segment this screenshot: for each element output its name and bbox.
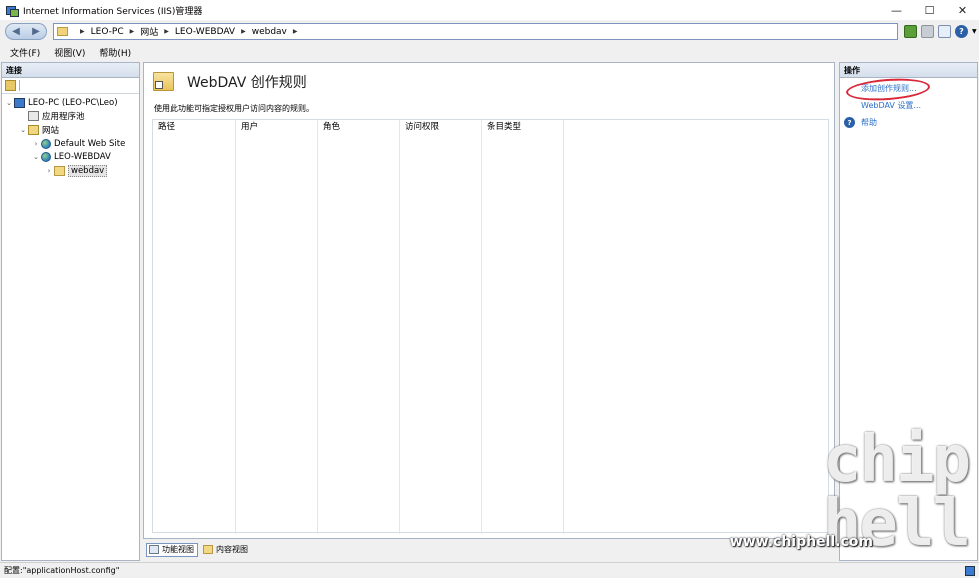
watermark: chip hell www.chiphell.com <box>730 428 971 556</box>
breadcrumb[interactable]: ▶ LEO-PC ▶ 网站 ▶ LEO-WEBDAV ▶ webdav ▶ <box>53 23 898 40</box>
column-header-path[interactable]: 路径 <box>153 120 236 534</box>
expand-icon[interactable]: › <box>31 140 41 148</box>
folder-icon <box>57 27 68 36</box>
status-network-icon <box>965 566 975 576</box>
sites-folder-icon <box>28 124 39 135</box>
page-title: WebDAV 创作规则 <box>187 75 307 91</box>
help-icon[interactable]: ? <box>955 25 968 38</box>
tree-node-label: 网站 <box>42 125 60 136</box>
breadcrumb-item[interactable]: webdav <box>252 27 287 37</box>
minimize-button[interactable]: — <box>880 0 913 20</box>
tree-node-sites[interactable]: ⌄ 网站 <box>2 123 139 137</box>
tree-node-label: webdav <box>68 164 108 177</box>
tree-node-app-pools[interactable]: 应用程序池 <box>2 110 139 124</box>
address-bar: ◀ ▶ ▶ LEO-PC ▶ 网站 ▶ LEO-WEBDAV ▶ webdav … <box>0 20 979 43</box>
close-button[interactable]: ✕ <box>946 0 979 20</box>
toolbar-divider <box>19 80 20 91</box>
maximize-button[interactable]: ☐ <box>913 0 946 20</box>
tree-node-label: 应用程序池 <box>42 112 85 123</box>
features-view-icon <box>149 545 159 554</box>
chevron-right-icon[interactable]: ▶ <box>130 28 135 35</box>
app-pool-icon <box>28 111 39 122</box>
connections-panel: 连接 ⌄ LEO-PC (LEO-PC\Leo) 应用程序池 ⌄ 网站 › De… <box>1 62 140 561</box>
create-connection-icon[interactable] <box>5 80 16 91</box>
chevron-down-icon[interactable]: ▼ <box>972 28 977 35</box>
window-title: Internet Information Services (IIS)管理器 <box>23 6 203 17</box>
title-bar: Internet Information Services (IIS)管理器 —… <box>0 0 979 20</box>
back-arrow-icon[interactable]: ◀ <box>12 26 20 37</box>
tab-label: 功能视图 <box>162 545 194 554</box>
watermark-url: www.chiphell.com <box>729 534 873 550</box>
add-authoring-rule-link[interactable]: 添加创作规则... <box>840 76 977 103</box>
tree-node-label: LEO-WEBDAV <box>54 152 111 163</box>
chevron-right-icon[interactable]: ▶ <box>241 28 246 35</box>
connections-toolbar <box>2 78 139 94</box>
tab-content-view[interactable]: 内容视图 <box>201 543 251 557</box>
content-view-icon <box>203 545 213 554</box>
menu-file[interactable]: 文件(F) <box>10 46 40 59</box>
server-icon <box>14 97 25 108</box>
tree-node-default-web-site[interactable]: › Default Web Site <box>2 137 139 151</box>
chevron-right-icon[interactable]: ▶ <box>293 28 298 35</box>
folder-icon <box>54 165 65 176</box>
forward-arrow-icon[interactable]: ▶ <box>32 26 40 37</box>
breadcrumb-item[interactable]: LEO-WEBDAV <box>175 27 235 37</box>
column-header-roles[interactable]: 角色 <box>318 120 400 534</box>
feature-page: WebDAV 创作规则 使用此功能可指定授权用户访问内容的规则。 路径 用户 角… <box>143 62 835 539</box>
help-icon: ? <box>844 117 855 128</box>
expand-icon[interactable]: ⌄ <box>4 99 14 107</box>
breadcrumb-item[interactable]: LEO-PC <box>91 27 124 37</box>
menu-bar: 文件(F) 视图(V) 帮助(H) <box>0 43 979 61</box>
tab-features-view[interactable]: 功能视图 <box>146 542 198 557</box>
expand-icon[interactable]: ⌄ <box>31 153 41 161</box>
view-tabs: 功能视图 内容视图 <box>146 542 251 557</box>
column-header-access[interactable]: 访问权限 <box>400 120 482 534</box>
column-header-entry-type[interactable]: 条目类型 <box>482 120 564 534</box>
globe-icon <box>41 138 51 149</box>
webdav-rule-icon <box>153 72 174 91</box>
tree-node-label: LEO-PC (LEO-PC\Leo) <box>28 97 118 108</box>
help-link[interactable]: ? 帮助 <box>840 114 977 131</box>
column-header-users[interactable]: 用户 <box>236 120 318 534</box>
tree-node-webdav[interactable]: › webdav <box>2 164 139 178</box>
connections-tree: ⌄ LEO-PC (LEO-PC\Leo) 应用程序池 ⌄ 网站 › Defau… <box>2 94 139 178</box>
chevron-right-icon[interactable]: ▶ <box>80 28 85 35</box>
nav-buttons: ◀ ▶ <box>5 23 47 40</box>
home-icon[interactable] <box>938 25 951 38</box>
globe-icon <box>41 152 51 163</box>
webdav-settings-link[interactable]: WebDAV 设置... <box>840 97 977 114</box>
iis-app-icon <box>6 4 19 17</box>
menu-help[interactable]: 帮助(H) <box>99 46 131 59</box>
connections-header: 连接 <box>2 63 139 78</box>
tree-node-leo-webdav[interactable]: ⌄ LEO-WEBDAV <box>2 150 139 164</box>
tree-node-label: Default Web Site <box>54 138 126 149</box>
status-text: 配置:"applicationHost.config" <box>4 566 120 575</box>
status-bar: 配置:"applicationHost.config" <box>0 562 979 578</box>
address-toolbar: ? ▼ <box>904 25 977 38</box>
action-label: 帮助 <box>861 118 877 127</box>
action-label: WebDAV 设置... <box>861 101 922 110</box>
window-controls: — ☐ ✕ <box>880 0 979 20</box>
actions-header: 操作 <box>840 63 977 78</box>
stop-icon[interactable] <box>921 25 934 38</box>
menu-view[interactable]: 视图(V) <box>54 46 85 59</box>
page-description: 使用此功能可指定授权用户访问内容的规则。 <box>154 104 314 113</box>
expand-icon[interactable]: ⌄ <box>18 126 28 134</box>
expand-icon[interactable]: › <box>44 167 54 175</box>
rules-table[interactable]: 路径 用户 角色 访问权限 条目类型 <box>152 119 829 534</box>
chevron-right-icon[interactable]: ▶ <box>164 28 169 35</box>
table-header: 路径 用户 角色 访问权限 条目类型 <box>153 120 828 534</box>
tree-node-server[interactable]: ⌄ LEO-PC (LEO-PC\Leo) <box>2 96 139 110</box>
connect-icon[interactable] <box>904 25 917 38</box>
breadcrumb-item[interactable]: 网站 <box>140 25 158 38</box>
tab-label: 内容视图 <box>216 545 248 554</box>
